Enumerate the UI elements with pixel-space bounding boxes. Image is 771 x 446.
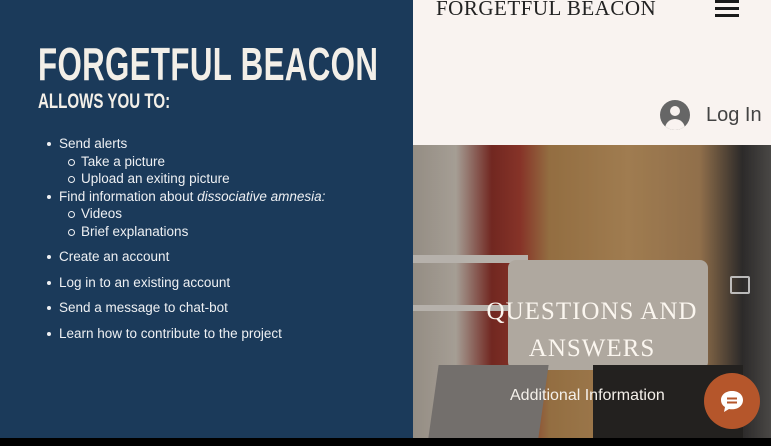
chat-bubble-icon: [721, 391, 743, 412]
list-subitem: Brief explanations: [46, 223, 325, 241]
hero-title-line: QUESTIONS AND: [486, 298, 698, 325]
list-item-text: Find information about: [59, 188, 198, 204]
list-item: Send a message to chat-bot: [46, 299, 325, 317]
website-preview: FORGETFUL BEACON Log In QUESTIONS AND AN…: [413, 0, 771, 438]
list-item-emphasis: dissociative amnesia:: [197, 188, 326, 204]
user-avatar-icon: [660, 100, 690, 130]
feature-list: Send alerts Take a picture Upload an exi…: [46, 135, 325, 342]
site-header: FORGETFUL BEACON Log In: [413, 0, 771, 145]
hero-title: QUESTIONS AND ANSWERS: [413, 293, 771, 367]
login-label: Log In: [706, 103, 762, 126]
hamburger-menu-icon[interactable]: [715, 0, 739, 18]
expand-icon[interactable]: [730, 276, 750, 294]
site-brand[interactable]: FORGETFUL BEACON: [436, 0, 656, 21]
list-subitem: Videos: [46, 205, 325, 223]
list-item: Learn how to contribute to the project: [46, 325, 325, 343]
login-button[interactable]: Log In: [660, 100, 762, 130]
list-subitem: Upload an exiting picture: [46, 170, 325, 188]
chat-button[interactable]: [704, 373, 760, 429]
list-item: Send alerts: [46, 135, 325, 153]
hero-title-line: ANSWERS: [528, 335, 656, 362]
slide-title: FORGETFUL BEACON: [38, 38, 379, 90]
list-item: Log in to an existing account: [46, 274, 325, 292]
list-item: Find information about dissociative amne…: [46, 188, 325, 206]
additional-information-link[interactable]: Additional Information: [510, 387, 665, 405]
slide-panel: FORGETFUL BEACON ALLOWS YOU TO: Send ale…: [0, 0, 413, 438]
list-subitem: Take a picture: [46, 153, 325, 171]
bottom-bar: [0, 438, 771, 446]
slide-subtitle: ALLOWS YOU TO:: [38, 90, 171, 113]
list-item: Create an account: [46, 248, 325, 266]
